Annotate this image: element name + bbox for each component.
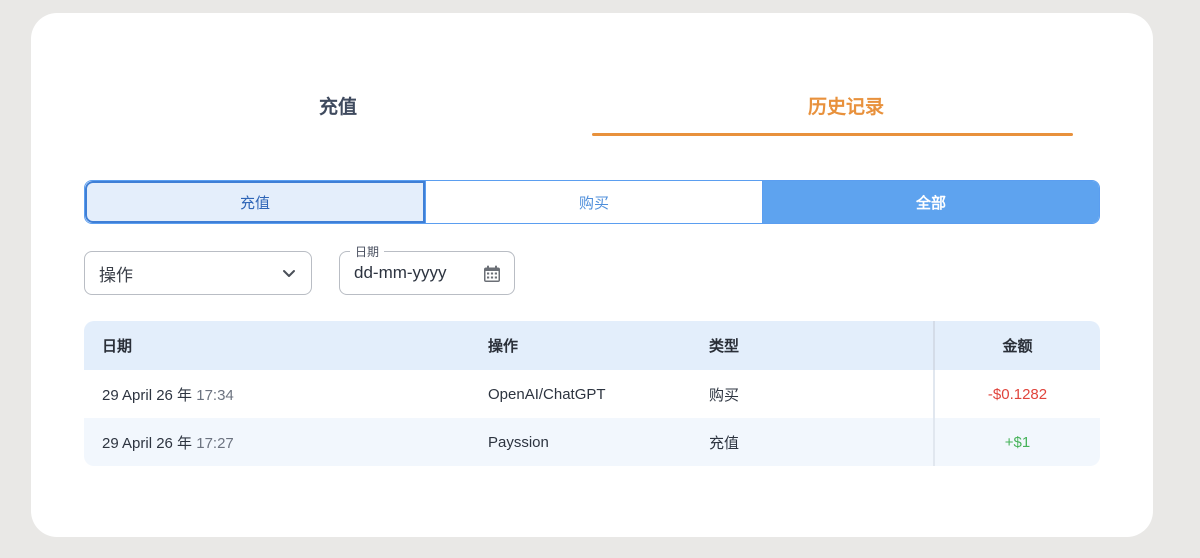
filter-purchase-button[interactable]: 购买 bbox=[425, 181, 763, 223]
history-table: 日期 操作 类型 金额 29 April 26 年 17:34 OpenAI/C… bbox=[84, 321, 1100, 466]
tab-recharge[interactable]: 充值 bbox=[84, 84, 592, 136]
row-type: 购买 bbox=[709, 386, 740, 404]
row-time: 17:34 bbox=[196, 386, 234, 404]
filter-all-button[interactable]: 全部 bbox=[763, 181, 1099, 223]
table-row[interactable]: 29 April 26 年 17:34 OpenAI/ChatGPT 购买 -$… bbox=[84, 370, 1100, 418]
header-type[interactable]: 类型 bbox=[709, 335, 739, 356]
tab-history[interactable]: 历史记录 bbox=[592, 84, 1100, 136]
header-operation[interactable]: 操作 bbox=[488, 335, 518, 356]
header-amount[interactable]: 金额 bbox=[933, 321, 1100, 370]
row-amount: +$1 bbox=[933, 418, 1100, 466]
date-field[interactable]: 日期 dd-mm-yyyy bbox=[339, 243, 515, 295]
type-filter-segmented: 充值 购买 全部 bbox=[84, 180, 1100, 224]
row-amount: -$0.1282 bbox=[933, 370, 1100, 418]
tab-bar: 充值 历史记录 bbox=[84, 84, 1100, 136]
row-type: 充值 bbox=[709, 434, 740, 452]
table-row[interactable]: 29 April 26 年 17:27 Payssion 充值 +$1 bbox=[84, 418, 1100, 466]
calendar-icon[interactable] bbox=[482, 264, 502, 284]
filter-recharge-button[interactable]: 充值 bbox=[85, 181, 425, 223]
date-input[interactable]: dd-mm-yyyy bbox=[354, 263, 447, 283]
operation-select-value: 操作 bbox=[99, 265, 133, 285]
chevron-down-icon bbox=[283, 270, 295, 277]
row-date-text: 29 April 26 年 bbox=[102, 386, 193, 404]
table-header-row: 日期 操作 类型 金额 bbox=[84, 321, 1100, 370]
date-field-label: 日期 bbox=[350, 243, 385, 260]
row-operation: Payssion bbox=[488, 433, 549, 451]
operation-select[interactable]: 操作 bbox=[84, 251, 312, 295]
row-date-text: 29 April 26 年 bbox=[102, 434, 193, 452]
header-date[interactable]: 日期 bbox=[102, 335, 132, 356]
row-date: 29 April 26 年 17:27 bbox=[102, 432, 234, 453]
row-time: 17:27 bbox=[196, 434, 234, 452]
row-operation: OpenAI/ChatGPT bbox=[488, 385, 606, 403]
row-date: 29 April 26 年 17:34 bbox=[102, 384, 234, 405]
